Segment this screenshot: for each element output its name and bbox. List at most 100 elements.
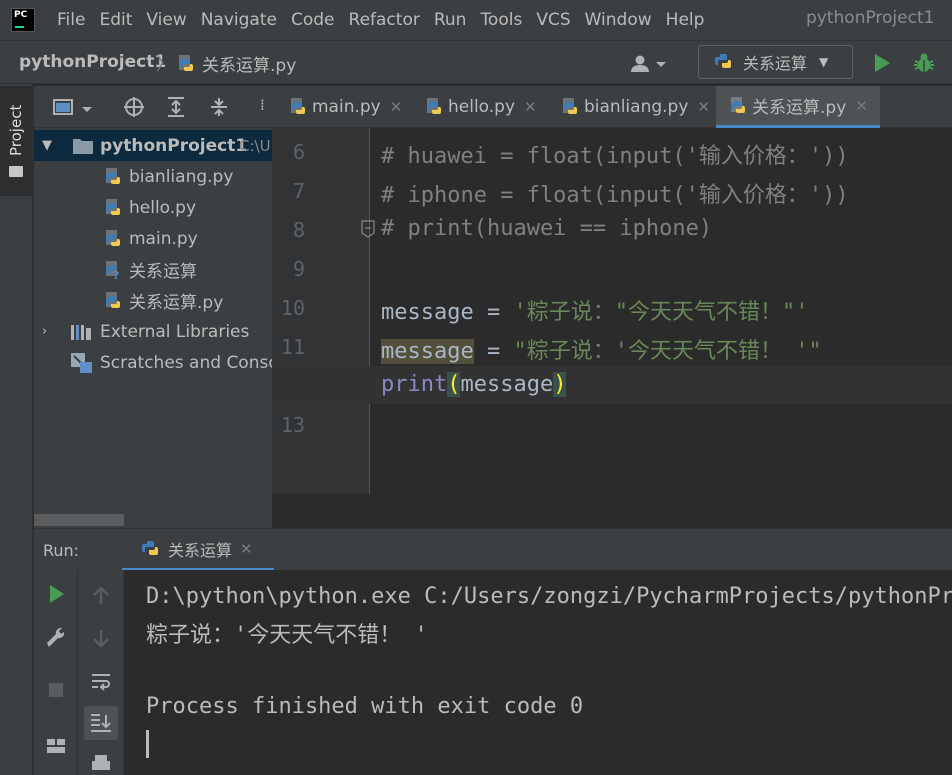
scroll-to-end-button[interactable] — [84, 706, 118, 740]
close-icon[interactable]: ✕ — [390, 98, 403, 116]
rerun-icon[interactable] — [44, 582, 68, 606]
line-number: 9 — [292, 257, 305, 281]
print-icon[interactable] — [89, 752, 113, 775]
python-file-icon — [106, 291, 120, 308]
layout-icon[interactable] — [44, 734, 68, 758]
run-configuration-select[interactable]: 关系运算 ▼ — [698, 45, 853, 79]
project-toolbar — [34, 86, 272, 128]
wrench-icon[interactable] — [44, 624, 68, 648]
tab-hello[interactable]: hello.py ✕ — [412, 86, 544, 128]
console-line-command: D:\python\python.exe C:/Users/zongzi/Pyc… — [146, 584, 952, 609]
line-number: 7 — [292, 179, 305, 203]
chevron-down-icon: ▼ — [819, 55, 829, 69]
user-icon[interactable] — [628, 54, 672, 74]
tree-row-external-libraries[interactable]: › External Libraries — [34, 316, 272, 347]
code-line: message = '粽子说："今天天气不错！"' — [381, 294, 808, 326]
line-number: 11 — [280, 335, 305, 359]
line-number: 13 — [280, 413, 305, 437]
breadcrumb-project[interactable]: pythonProject1 — [19, 52, 166, 72]
stop-icon[interactable] — [44, 678, 68, 702]
tab-label: main.py — [312, 97, 381, 117]
fold-marker-icon[interactable] — [361, 220, 375, 238]
tree-label: 关系运算.py — [129, 293, 224, 313]
menu-run[interactable]: Run — [434, 10, 467, 30]
run-configuration-label: 关系运算 — [743, 54, 808, 73]
menu-help[interactable]: Help — [666, 10, 705, 30]
project-tool-tab-label[interactable]: Project — [7, 105, 25, 156]
pycharm-logo-icon: PC — [11, 8, 35, 32]
code-builtin: print — [381, 372, 448, 397]
editor-bottom-area — [272, 494, 952, 528]
menu-refactor[interactable]: Refactor — [349, 10, 420, 30]
arrow-down-icon[interactable] — [89, 626, 113, 650]
python-file-icon — [106, 167, 120, 184]
tree-row-scratches[interactable]: Scratches and Consoles — [34, 347, 272, 378]
menu-navigate[interactable]: Navigate — [201, 10, 277, 30]
python-file-icon — [106, 198, 120, 215]
menu-vcs[interactable]: VCS — [536, 10, 570, 30]
chevron-down-icon[interactable] — [80, 96, 96, 118]
tree-scrollbar-thumb[interactable] — [34, 514, 124, 526]
menu-edit[interactable]: Edit — [99, 10, 132, 30]
libraries-icon — [71, 324, 91, 340]
folder-icon — [9, 166, 23, 177]
menu-window[interactable]: Window — [585, 10, 652, 30]
run-panel-header: Run: 关系运算 ✕ — [34, 528, 952, 571]
menu-file[interactable]: File — [57, 10, 85, 30]
run-icon[interactable] — [872, 52, 892, 74]
logo-text: PC — [14, 10, 28, 20]
tree-label: bianliang.py — [129, 166, 234, 187]
debug-icon[interactable] — [912, 51, 936, 75]
chevron-right-icon[interactable]: › — [42, 324, 47, 339]
tree-row-file[interactable]: ? 关系运算 — [34, 254, 272, 285]
run-tab[interactable]: 关系运算 ✕ — [122, 529, 274, 571]
code-line: # iphone = float(input('输入价格：')) — [381, 183, 849, 208]
tree-row-file[interactable]: 关系运算.py — [34, 285, 272, 316]
python-file-icon — [179, 54, 193, 71]
project-view-icon[interactable] — [52, 96, 74, 118]
run-panel-label: Run: — [43, 541, 80, 560]
close-icon[interactable]: ✕ — [855, 97, 868, 115]
code-paren: ) — [553, 372, 567, 397]
close-icon[interactable]: ✕ — [697, 98, 710, 116]
close-icon[interactable]: ✕ — [240, 540, 253, 558]
code-string: "粽子说：'今天天气不错！ '" — [513, 339, 822, 364]
console-caret — [146, 730, 149, 758]
close-icon[interactable]: ✕ — [524, 98, 537, 116]
tab-main[interactable]: main.py ✕ — [276, 86, 406, 128]
tree-label: Scratches and Consoles — [100, 352, 272, 373]
python-icon — [142, 540, 158, 555]
scratches-icon — [71, 352, 92, 373]
tree-root-path: C:\U — [239, 136, 271, 155]
tabs-overflow-icon[interactable]: ⁞ — [260, 96, 265, 114]
menu-view[interactable]: View — [146, 10, 186, 30]
expand-all-icon[interactable] — [165, 96, 187, 118]
menu-tools[interactable]: Tools — [480, 10, 522, 30]
collapse-all-icon[interactable] — [208, 96, 230, 118]
code-identifier: message — [381, 300, 474, 325]
tab-bianliang[interactable]: bianliang.py ✕ — [548, 86, 714, 128]
locate-icon[interactable] — [123, 96, 145, 118]
chevron-down-icon[interactable]: ▼ — [42, 138, 52, 153]
menu-code[interactable]: Code — [291, 10, 335, 30]
arrow-up-icon[interactable] — [89, 584, 113, 608]
tree-row-project-root[interactable]: ▼ pythonProject1 C:\U — [34, 130, 272, 161]
code-line: message = "粽子说：'今天天气不错！ '" — [381, 333, 822, 365]
tree-label: hello.py — [129, 197, 197, 218]
code-editor[interactable]: # huawei = float(input('输入价格：')) # iphon… — [371, 128, 952, 494]
tree-row-file[interactable]: main.py — [34, 223, 272, 254]
tree-row-file[interactable]: hello.py — [34, 192, 272, 223]
breadcrumb-file[interactable]: 关系运算.py — [176, 51, 296, 76]
python-file-icon — [291, 98, 305, 114]
tab-label: hello.py — [448, 97, 516, 117]
code-operator: = — [473, 300, 514, 325]
soft-wrap-icon[interactable] — [89, 670, 113, 694]
tab-guanxiyunsuan[interactable]: 关系运算.py ✕ — [716, 86, 880, 128]
run-console[interactable]: D:\python\python.exe C:/Users/zongzi/Pyc… — [124, 570, 952, 775]
line-number: 10 — [280, 296, 305, 320]
python-file-icon — [106, 229, 120, 246]
tree-row-file[interactable]: bianliang.py — [34, 161, 272, 192]
run-tab-label: 关系运算 — [168, 540, 233, 560]
breadcrumb-file-label: 关系运算.py — [202, 56, 297, 76]
console-line-output: 粽子说：'今天天气不错！ ' — [146, 623, 428, 648]
